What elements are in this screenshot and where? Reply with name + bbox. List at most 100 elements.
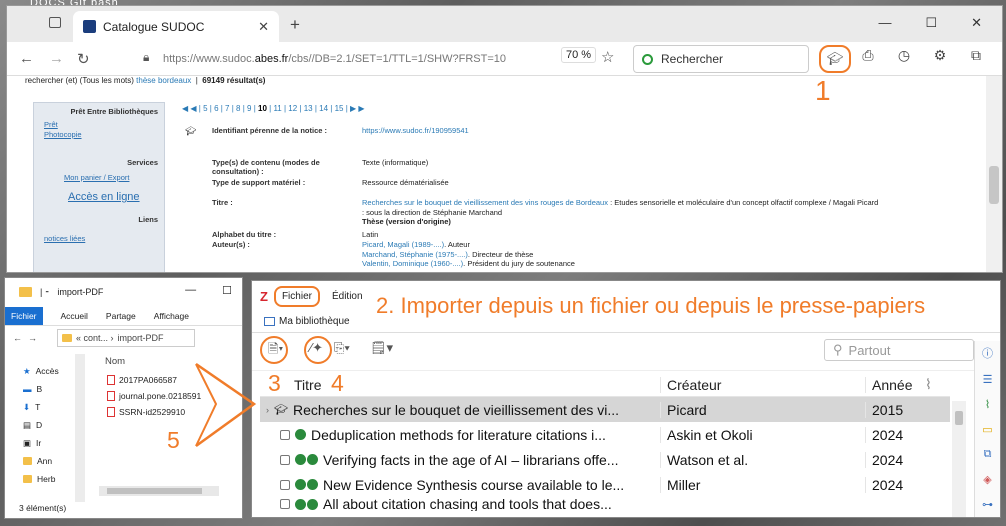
breadcrumb-link[interactable]: thèse bordeaux bbox=[136, 76, 191, 85]
reload-icon[interactable]: ↻ bbox=[77, 50, 90, 68]
titre-link[interactable]: Recherches sur le bouquet de vieillissem… bbox=[362, 198, 608, 207]
pager-14[interactable]: 14 bbox=[319, 104, 328, 113]
annotation-5: 5 bbox=[167, 427, 180, 453]
pager-8[interactable]: 8 bbox=[236, 104, 240, 113]
tags-icon[interactable]: ◈ bbox=[983, 473, 991, 486]
new-tab-button[interactable]: + bbox=[290, 15, 300, 35]
table-row[interactable]: Verifying facts in the age of AI – libra… bbox=[260, 447, 950, 472]
menu-edition[interactable]: Édition bbox=[332, 291, 363, 302]
pager-13[interactable]: 13 bbox=[304, 104, 313, 113]
table-row[interactable]: New Evidence Synthesis course available … bbox=[260, 472, 950, 497]
explorer-forward-icon[interactable]: → bbox=[28, 333, 37, 343]
add-attachment-icon[interactable]: ⎘▾ bbox=[334, 340, 350, 356]
page-scroll-thumb[interactable] bbox=[989, 166, 999, 204]
pager-11[interactable]: 11 bbox=[273, 104, 281, 113]
explorer-hscrollbar[interactable] bbox=[99, 486, 219, 496]
nav-item-ann[interactable]: Ann bbox=[5, 452, 75, 470]
forward-icon[interactable]: → bbox=[49, 50, 64, 67]
green-tag-icon bbox=[295, 454, 306, 465]
extensions-icon[interactable]: ⧉ bbox=[965, 47, 987, 64]
lock-icon[interactable]: 🔒︎ bbox=[143, 50, 149, 65]
menu-icon[interactable]: ≡ bbox=[1001, 47, 1002, 64]
menu-fichier[interactable]: Fichier bbox=[273, 285, 320, 307]
minimize-icon[interactable]: — bbox=[878, 15, 891, 31]
table-row[interactable]: All about citation chasing and tools tha… bbox=[260, 497, 950, 511]
tab-ma-bibliotheque[interactable]: Ma bibliothèque bbox=[279, 316, 350, 327]
expand-chevron-icon[interactable]: › bbox=[266, 405, 269, 415]
magic-wand-icon[interactable]: ⁄✦ bbox=[310, 340, 323, 356]
new-item-icon[interactable]: 🗎︎▾ bbox=[268, 340, 283, 362]
page-scrollbar[interactable] bbox=[986, 76, 1002, 272]
nav-item-herb[interactable]: Herb bbox=[5, 470, 75, 488]
pager-9[interactable]: 9 bbox=[247, 104, 251, 113]
ribbon-fichier[interactable]: Fichier bbox=[5, 306, 43, 325]
pager-12[interactable]: 12 bbox=[288, 104, 297, 113]
attachment-icon[interactable]: ⌇ bbox=[985, 398, 990, 411]
history-icon[interactable]: ◷ bbox=[893, 47, 915, 64]
items-scroll-thumb[interactable] bbox=[955, 411, 963, 425]
ribbon-affichage[interactable]: Affichage bbox=[154, 311, 189, 321]
column-annee[interactable]: Année bbox=[865, 376, 925, 393]
related-icon[interactable]: ⊶ bbox=[982, 498, 993, 511]
zotero-search-box[interactable]: ⚲ Partout bbox=[824, 339, 974, 361]
nav-item-b[interactable]: ▬ B bbox=[5, 380, 75, 398]
items-table-header: Titre Créateur Année ⌇ bbox=[260, 373, 950, 397]
print-icon[interactable]: ⎙ bbox=[857, 47, 879, 64]
explorer-quick-access-icon[interactable]: | ⁃ bbox=[40, 287, 49, 298]
explorer-maximize-icon[interactable]: ☐ bbox=[222, 284, 232, 297]
libraries-icon[interactable]: ⧉ bbox=[984, 448, 992, 461]
pager-last[interactable]: ▶ bbox=[358, 104, 364, 113]
explorer-minimize-icon[interactable]: — bbox=[185, 284, 196, 297]
explorer-back-icon[interactable]: ← bbox=[13, 333, 22, 343]
nav-item-acces[interactable]: ★ Accès bbox=[5, 362, 75, 380]
explorer-nav-scrollbar[interactable] bbox=[75, 354, 85, 502]
pager-6[interactable]: 6 bbox=[214, 104, 218, 113]
abstract-icon[interactable]: ☰ bbox=[983, 373, 993, 386]
tab-catalogue-sudoc[interactable]: Catalogue SUDOC ✕ bbox=[73, 11, 279, 42]
pager-7[interactable]: 7 bbox=[225, 104, 229, 113]
acces-en-ligne-link[interactable]: Accès en ligne bbox=[34, 191, 164, 203]
row-title: All about citation chasing and tools tha… bbox=[323, 497, 612, 511]
settings-icon[interactable]: ⚙ bbox=[929, 47, 951, 64]
pager-prev[interactable]: ◀ bbox=[190, 104, 196, 113]
attachment-column-icon[interactable]: ⌇ bbox=[925, 376, 932, 393]
close-window-icon[interactable]: ✕ bbox=[971, 15, 982, 31]
bookmark-star-icon[interactable]: ☆ bbox=[601, 48, 614, 66]
url-bar[interactable]: https://www.sudoc. abes.fr/cbs//DB=2.1/SE… bbox=[163, 46, 619, 72]
pager-5[interactable]: 5 bbox=[203, 104, 207, 113]
pager-first[interactable]: ◀ bbox=[182, 104, 188, 113]
maximize-icon[interactable]: ☐ bbox=[925, 15, 937, 31]
nav-item-ir[interactable]: ▣ Ir bbox=[5, 434, 75, 452]
ribbon-accueil[interactable]: Accueil bbox=[61, 311, 88, 321]
new-note-icon[interactable]: 🗒︎▾ bbox=[370, 340, 393, 356]
id-link[interactable]: https://www.sudoc.fr/190959541 bbox=[362, 126, 469, 135]
panier-link[interactable]: Mon panier / Export bbox=[34, 173, 164, 183]
column-createur[interactable]: Créateur bbox=[660, 376, 865, 393]
info-icon[interactable]: ⓘ bbox=[982, 345, 993, 361]
notices-liees-link[interactable]: notices liées bbox=[34, 234, 164, 244]
ribbon-partage[interactable]: Partage bbox=[106, 311, 136, 321]
auteur1-link[interactable]: Picard, Magali (1989-....) bbox=[362, 240, 444, 249]
pager-next[interactable]: ▶ bbox=[350, 104, 356, 113]
auteur2-link[interactable]: Marchand, Stéphanie (1975-....) bbox=[362, 250, 468, 259]
nav-label: Herb bbox=[37, 474, 56, 484]
items-scrollbar[interactable] bbox=[952, 401, 966, 517]
zotero-connector-button[interactable]: 🎓︎ bbox=[819, 45, 851, 73]
close-tab-icon[interactable]: ✕ bbox=[258, 19, 269, 35]
auteur3-link[interactable]: Valentin, Dominique (1960-....) bbox=[362, 259, 463, 268]
browser-search-box[interactable]: Rechercher bbox=[633, 45, 809, 73]
table-row[interactable]: › 🎓︎ Recherches sur le bouquet de vieillis… bbox=[260, 397, 950, 422]
pager-15[interactable]: 15 bbox=[335, 104, 344, 113]
explorer-address-bar[interactable]: « cont... › import-PDF bbox=[57, 329, 195, 347]
nav-item-t[interactable]: ⬇ T bbox=[5, 398, 75, 416]
pret-link[interactable]: Prêt bbox=[34, 120, 164, 130]
photocopie-link[interactable]: Photocopie bbox=[34, 130, 164, 140]
nav-item-d[interactable]: ▤ D bbox=[5, 416, 75, 434]
tab-overview-icon[interactable] bbox=[49, 17, 61, 28]
notes-icon[interactable]: ▭ bbox=[982, 423, 992, 436]
column-titre[interactable]: Titre bbox=[260, 377, 660, 393]
back-icon[interactable]: ← bbox=[19, 50, 34, 67]
table-row[interactable]: Deduplication methods for literature cit… bbox=[260, 422, 950, 447]
zoom-level[interactable]: 70 % bbox=[561, 47, 597, 63]
explorer-hscroll-thumb[interactable] bbox=[107, 488, 202, 494]
